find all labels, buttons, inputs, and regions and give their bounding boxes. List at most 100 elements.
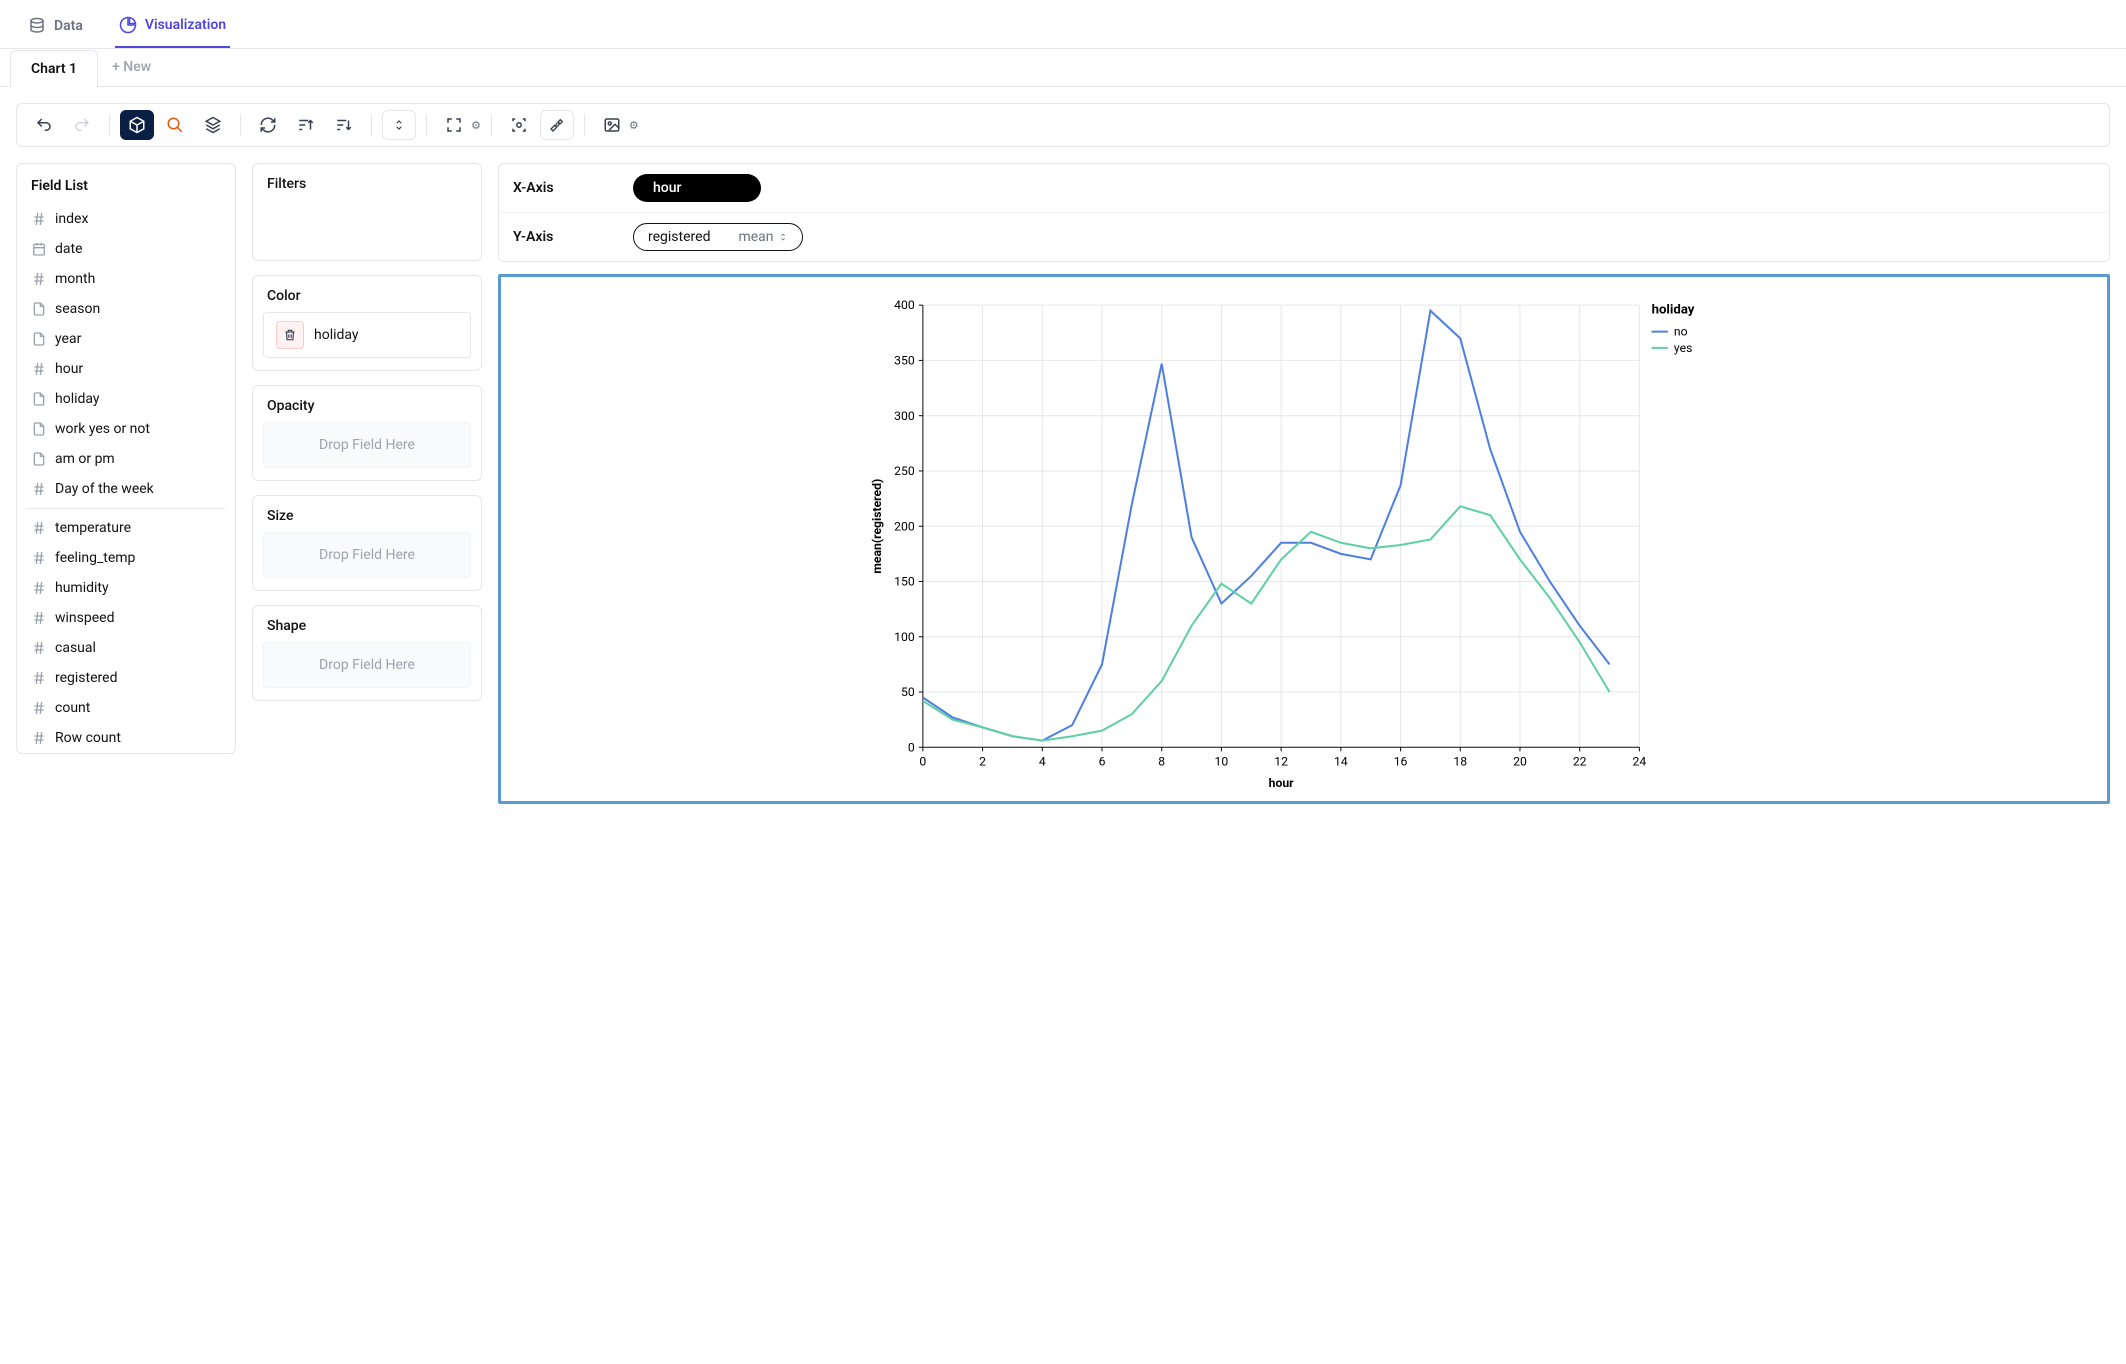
field-label: humidity (55, 580, 109, 596)
field-hour[interactable]: hour (17, 354, 235, 384)
cube-button[interactable] (120, 110, 154, 140)
x-axis-field-pill[interactable]: hour (633, 174, 761, 202)
field-casual[interactable]: casual (17, 633, 235, 663)
wrench-button[interactable] (540, 110, 574, 140)
doc-icon (31, 421, 47, 437)
field-separator (27, 508, 225, 509)
redo-button[interactable] (65, 110, 99, 140)
hash-icon (31, 730, 47, 746)
hash-icon (31, 481, 47, 497)
new-chart-button[interactable]: + New (98, 49, 165, 86)
y-agg-selector[interactable]: mean (738, 229, 787, 245)
hash-icon (31, 361, 47, 377)
shape-box: Shape Drop Field Here (252, 605, 482, 701)
svg-text:150: 150 (894, 575, 915, 589)
shape-dropzone[interactable]: Drop Field Here (263, 642, 471, 688)
svg-text:no: no (1674, 325, 1688, 339)
toolbar-separator (491, 114, 492, 136)
field-label: winspeed (55, 610, 115, 626)
svg-text:4: 4 (1039, 755, 1046, 769)
svg-text:10: 10 (1215, 755, 1229, 769)
database-icon (28, 17, 46, 35)
field-winspeed[interactable]: winspeed (17, 603, 235, 633)
field-label: Row count (55, 730, 121, 746)
hash-icon (31, 520, 47, 536)
field-registered[interactable]: registered (17, 663, 235, 693)
svg-text:mean(registered): mean(registered) (870, 479, 884, 574)
field-label: registered (55, 670, 117, 686)
toolbar-separator (426, 114, 427, 136)
toolbar-separator (240, 114, 241, 136)
filters-dropzone[interactable] (253, 200, 481, 260)
layers-button[interactable] (196, 110, 230, 140)
svg-text:2: 2 (979, 755, 986, 769)
hash-icon (31, 610, 47, 626)
size-dropzone[interactable]: Drop Field Here (263, 532, 471, 578)
field-season[interactable]: season (17, 294, 235, 324)
fullscreen-button[interactable] (437, 110, 471, 140)
svg-text:hour: hour (1269, 776, 1295, 790)
doc-icon (31, 301, 47, 317)
refresh-button[interactable] (251, 110, 285, 140)
expand-y-button[interactable] (382, 110, 416, 140)
opacity-title: Opacity (253, 386, 481, 422)
field-month[interactable]: month (17, 264, 235, 294)
color-field-label: holiday (314, 327, 359, 343)
svg-text:200: 200 (894, 519, 915, 533)
field-label: hour (55, 361, 83, 377)
field-date[interactable]: date (17, 234, 235, 264)
tab-data[interactable]: Data (24, 8, 87, 48)
image-button[interactable] (595, 110, 629, 140)
y-axis-field-pill[interactable]: registered mean (633, 223, 803, 251)
tab-viz-label: Visualization (145, 17, 226, 33)
updown-icon (778, 232, 788, 242)
field-year[interactable]: year (17, 324, 235, 354)
field-label: month (55, 271, 95, 287)
hash-icon (31, 580, 47, 596)
field-label: season (55, 301, 100, 317)
search-button[interactable] (158, 110, 192, 140)
hash-icon (31, 670, 47, 686)
svg-text:14: 14 (1334, 755, 1348, 769)
chart-canvas[interactable]: 0501001502002503003504000246810121416182… (498, 274, 2110, 804)
svg-text:300: 300 (894, 409, 915, 423)
field-label: temperature (55, 520, 131, 536)
scan-button[interactable] (502, 110, 536, 140)
svg-text:22: 22 (1573, 755, 1587, 769)
color-field-chip[interactable]: holiday (263, 312, 471, 358)
remove-color-button[interactable] (276, 321, 304, 349)
opacity-dropzone[interactable]: Drop Field Here (263, 422, 471, 468)
hash-icon (31, 640, 47, 656)
field-list-panel: Field List indexdatemonthseasonyearhourh… (16, 163, 236, 754)
field-temperature[interactable]: temperature (17, 513, 235, 543)
field-Row-count[interactable]: Row count (17, 723, 235, 753)
hash-icon (31, 211, 47, 227)
field-index[interactable]: index (17, 204, 235, 234)
shape-title: Shape (253, 606, 481, 642)
doc-icon (31, 451, 47, 467)
tab-chart-1[interactable]: Chart 1 (10, 50, 98, 87)
undo-button[interactable] (27, 110, 61, 140)
field-count[interactable]: count (17, 693, 235, 723)
field-feeling_temp[interactable]: feeling_temp (17, 543, 235, 573)
field-humidity[interactable]: humidity (17, 573, 235, 603)
field-label: casual (55, 640, 96, 656)
field-holiday[interactable]: holiday (17, 384, 235, 414)
gear-small-icon: ⚙ (471, 119, 481, 132)
svg-text:400: 400 (894, 298, 915, 312)
sort-asc-button[interactable] (289, 110, 323, 140)
field-label: Day of the week (55, 481, 154, 497)
field-Day-of-the-week[interactable]: Day of the week (17, 474, 235, 504)
sort-desc-button[interactable] (327, 110, 361, 140)
field-label: am or pm (55, 451, 115, 467)
svg-text:350: 350 (894, 353, 915, 367)
svg-text:250: 250 (894, 464, 915, 478)
tab-visualization[interactable]: Visualization (115, 8, 230, 48)
filters-title: Filters (253, 164, 481, 200)
hash-icon (31, 700, 47, 716)
svg-text:16: 16 (1394, 755, 1408, 769)
field-am-or-pm[interactable]: am or pm (17, 444, 235, 474)
field-work-yes-or-not[interactable]: work yes or not (17, 414, 235, 444)
svg-text:50: 50 (901, 685, 915, 699)
toolbar-separator (584, 114, 585, 136)
